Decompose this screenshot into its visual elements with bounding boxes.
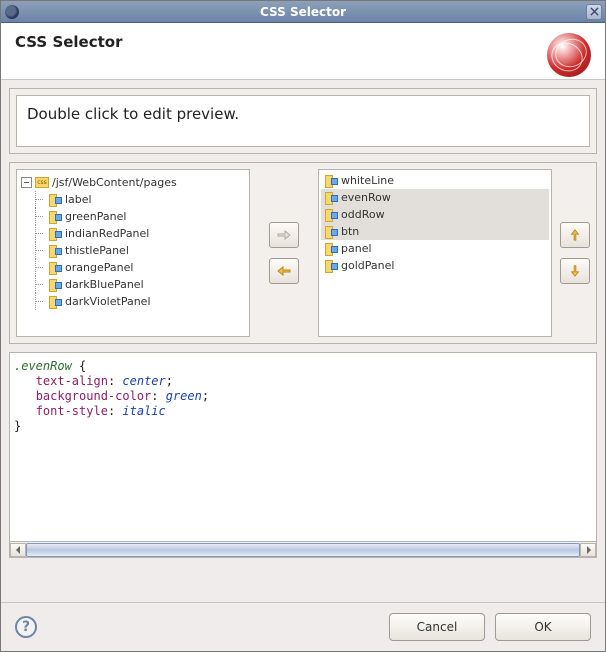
tree-item[interactable]: indianRedPanel: [19, 225, 247, 242]
arrow-right-icon: [277, 229, 291, 241]
close-icon: [590, 7, 599, 16]
tree-root[interactable]: css /jsf/WebContent/pages: [19, 174, 247, 191]
css-folder-icon: css: [35, 177, 49, 188]
tree-item[interactable]: greenPanel: [19, 208, 247, 225]
tree-item[interactable]: darkVioletPanel: [19, 293, 247, 310]
horizontal-scrollbar[interactable]: [9, 542, 597, 558]
arrow-left-icon: [277, 265, 291, 277]
scrollbar-thumb[interactable]: [26, 543, 580, 557]
list-item-label: panel: [341, 242, 372, 255]
tree-item-label: darkBluePanel: [65, 278, 144, 291]
preview-panel: Double click to edit preview.: [9, 88, 597, 154]
list-item[interactable]: panel: [321, 240, 549, 257]
selector-icon: [49, 211, 62, 222]
selector-icon: [325, 192, 338, 203]
tree-root-label: /jsf/WebContent/pages: [52, 176, 177, 189]
order-buttons: [560, 169, 590, 337]
selector-icon: [49, 262, 62, 273]
selector-panel: css /jsf/WebContent/pages label greenPane…: [9, 162, 597, 344]
close-button[interactable]: [586, 4, 602, 20]
list-item[interactable]: whiteLine: [321, 172, 549, 189]
selector-icon: [325, 209, 338, 220]
preview-area[interactable]: Double click to edit preview.: [16, 95, 590, 147]
selector-icon: [325, 175, 338, 186]
list-item-label: whiteLine: [341, 174, 394, 187]
selector-icon: [325, 226, 338, 237]
selector-icon: [325, 243, 338, 254]
dialog-header: CSS Selector: [1, 23, 605, 79]
selector-icon: [49, 296, 62, 307]
collapse-icon[interactable]: [21, 177, 32, 188]
logo-sphere: [547, 33, 591, 77]
cancel-button[interactable]: Cancel: [389, 613, 485, 641]
tree-item-label: greenPanel: [65, 210, 126, 223]
code-panel: .evenRow { text-align: center; backgroun…: [9, 352, 597, 558]
list-item[interactable]: evenRow: [321, 189, 549, 206]
list-item[interactable]: oddRow: [321, 206, 549, 223]
tree-item[interactable]: thistlePanel: [19, 242, 247, 259]
dialog-window: CSS Selector CSS Selector Double click t…: [0, 0, 606, 652]
list-item-label: btn: [341, 225, 359, 238]
scroll-left-button[interactable]: [10, 543, 26, 557]
arrow-down-icon: [568, 265, 582, 277]
window-title: CSS Selector: [260, 5, 346, 19]
tree-item-label: indianRedPanel: [65, 227, 149, 240]
selector-icon: [49, 194, 62, 205]
arrow-up-icon: [568, 229, 582, 241]
move-up-button[interactable]: [560, 222, 590, 248]
tree-item-label: thistlePanel: [65, 244, 129, 257]
tree-item-label: darkVioletPanel: [65, 295, 151, 308]
selector-icon: [325, 260, 338, 271]
scrollbar-track[interactable]: [26, 543, 580, 557]
move-left-button[interactable]: [269, 258, 299, 284]
help-icon: ?: [22, 619, 30, 635]
app-icon: [5, 5, 19, 19]
selector-columns: css /jsf/WebContent/pages label greenPane…: [16, 169, 590, 337]
help-button[interactable]: ?: [15, 616, 37, 638]
tree-item[interactable]: label: [19, 191, 247, 208]
page-title: CSS Selector: [15, 33, 123, 51]
selector-icon: [49, 245, 62, 256]
tree-item[interactable]: orangePanel: [19, 259, 247, 276]
tree-item-label: orangePanel: [65, 261, 133, 274]
move-right-button[interactable]: [269, 222, 299, 248]
tree-item[interactable]: darkBluePanel: [19, 276, 247, 293]
tree-item-label: label: [65, 193, 92, 206]
list-item[interactable]: btn: [321, 223, 549, 240]
titlebar[interactable]: CSS Selector: [1, 1, 605, 23]
ok-button[interactable]: OK: [495, 613, 591, 641]
selector-icon: [49, 279, 62, 290]
css-source-view[interactable]: .evenRow { text-align: center; backgroun…: [9, 352, 597, 542]
scroll-right-button[interactable]: [580, 543, 596, 557]
css-file-tree[interactable]: css /jsf/WebContent/pages label greenPane…: [16, 169, 250, 337]
move-buttons: [258, 169, 310, 337]
list-item-label: goldPanel: [341, 259, 394, 272]
selector-list[interactable]: whiteLine evenRow oddRow btn panel goldPanel: [318, 169, 552, 337]
preview-placeholder: Double click to edit preview.: [27, 105, 239, 123]
dialog-footer: ? Cancel OK: [1, 603, 605, 651]
list-item[interactable]: goldPanel: [321, 257, 549, 274]
move-down-button[interactable]: [560, 258, 590, 284]
list-item-label: oddRow: [341, 208, 385, 221]
list-item-label: evenRow: [341, 191, 391, 204]
selector-icon: [49, 228, 62, 239]
dialog-content: Double click to edit preview. css /jsf/W…: [1, 80, 605, 602]
